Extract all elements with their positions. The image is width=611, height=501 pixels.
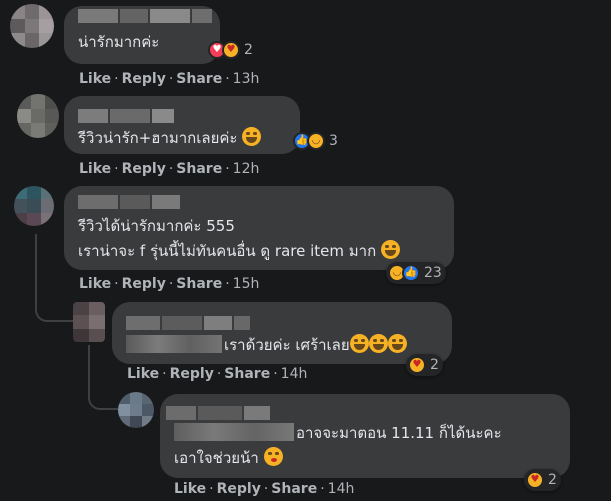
like-link[interactable]: Like <box>127 366 159 382</box>
like-link[interactable]: Like <box>79 276 111 292</box>
avatar[interactable] <box>14 186 54 226</box>
reaction-count: 2 <box>548 472 557 488</box>
care-icon: ♥ <box>526 471 544 489</box>
rofl-emoji <box>349 334 369 353</box>
comment-text: อาจจะมาตอน 11.11 ก็ได้นะคะ <box>174 422 502 444</box>
author-name-blurred[interactable] <box>78 191 182 210</box>
reaction-summary[interactable]: 👍 ◡ 3 <box>291 130 342 152</box>
reaction-summary[interactable]: ♥ 2 <box>524 469 561 491</box>
rofl-emoji <box>380 240 400 259</box>
comment-bubble: อาจจะมาตอน 11.11 ก็ได้นะคะ เอาใจช่วยน้า <box>160 394 570 478</box>
mention-blurred[interactable] <box>174 423 294 441</box>
care-icon: ♥ <box>222 41 240 59</box>
thread-elbow <box>35 270 73 322</box>
comment-text: เอาใจช่วยน้า <box>174 447 283 469</box>
reaction-count: 2 <box>244 42 253 58</box>
care-icon: ♥ <box>408 356 426 374</box>
comment-actions: Like · Reply · Share · 12h <box>79 161 260 177</box>
reply-link[interactable]: Reply <box>122 71 166 87</box>
like-icon: 👍 <box>402 264 420 282</box>
reaction-summary[interactable]: ◡ 👍 23 <box>386 262 446 284</box>
comment-bubble: รีวิวได้น่ารักมากค่ะ 555 เราน่าจะ f รุ่น… <box>64 186 454 270</box>
reaction-summary[interactable]: ♥ 2 <box>406 354 443 376</box>
thread-elbow <box>88 370 118 410</box>
share-link[interactable]: Share <box>224 366 270 382</box>
comment-actions: Like · Reply · Share · 14h <box>127 366 308 382</box>
avatar[interactable] <box>17 94 59 138</box>
comment-actions: Like · Reply · Share · 13h <box>79 71 260 87</box>
comment-text: น่ารักมากค่ะ <box>78 33 160 51</box>
comment-text: เราด้วยค่ะ เศร้าเลย <box>126 334 407 356</box>
haha-icon: ◡ <box>307 132 325 150</box>
comment-actions: Like · Reply · Share · 14h <box>174 481 355 497</box>
reply-link[interactable]: Reply <box>122 161 166 177</box>
timestamp[interactable]: 14h <box>281 366 308 382</box>
reaction-count: 3 <box>329 133 338 149</box>
kissing-emoji <box>263 447 283 466</box>
comment-text: รีวิวได้น่ารักมากค่ะ 555 <box>78 217 235 235</box>
avatar[interactable] <box>118 392 154 428</box>
author-name-blurred[interactable] <box>126 312 252 331</box>
comment-bubble: น่ารักมากค่ะ <box>64 6 220 64</box>
share-link[interactable]: Share <box>271 481 317 497</box>
grin-sweat-emoji <box>368 334 388 353</box>
rofl-emoji <box>387 334 407 353</box>
like-link[interactable]: Like <box>79 71 111 87</box>
share-link[interactable]: Share <box>176 276 222 292</box>
comment-actions: Like · Reply · Share · 15h <box>79 276 260 292</box>
reaction-count: 23 <box>424 265 442 281</box>
reply-link[interactable]: Reply <box>170 366 214 382</box>
author-name-blurred[interactable] <box>166 402 272 421</box>
reaction-count: 2 <box>430 357 439 373</box>
reply-link[interactable]: Reply <box>122 276 166 292</box>
timestamp[interactable]: 15h <box>233 276 260 292</box>
like-link[interactable]: Like <box>79 161 111 177</box>
grinning-emoji <box>242 127 262 146</box>
avatar[interactable] <box>73 302 105 342</box>
author-name-blurred[interactable] <box>78 105 176 124</box>
avatar[interactable] <box>10 4 54 48</box>
comment-text: รีวิวน่ารัก+ฮามากเลยค่ะ <box>78 127 262 149</box>
timestamp[interactable]: 14h <box>328 481 355 497</box>
share-link[interactable]: Share <box>176 161 222 177</box>
comment-bubble: รีวิวน่ารัก+ฮามากเลยค่ะ <box>64 96 300 154</box>
timestamp[interactable]: 12h <box>233 161 260 177</box>
mention-blurred[interactable] <box>126 335 222 353</box>
comment-bubble: เราด้วยค่ะ เศร้าเลย <box>112 302 452 364</box>
comment-text: เราน่าจะ f รุ่นนี้ไม่ทันคนอื่น ดู rare i… <box>78 240 400 262</box>
share-link[interactable]: Share <box>176 71 222 87</box>
author-name-blurred[interactable] <box>78 5 214 24</box>
like-link[interactable]: Like <box>174 481 206 497</box>
reaction-summary[interactable]: ♥ ♥ 2 <box>206 39 257 61</box>
timestamp[interactable]: 13h <box>233 71 260 87</box>
reply-link[interactable]: Reply <box>217 481 261 497</box>
